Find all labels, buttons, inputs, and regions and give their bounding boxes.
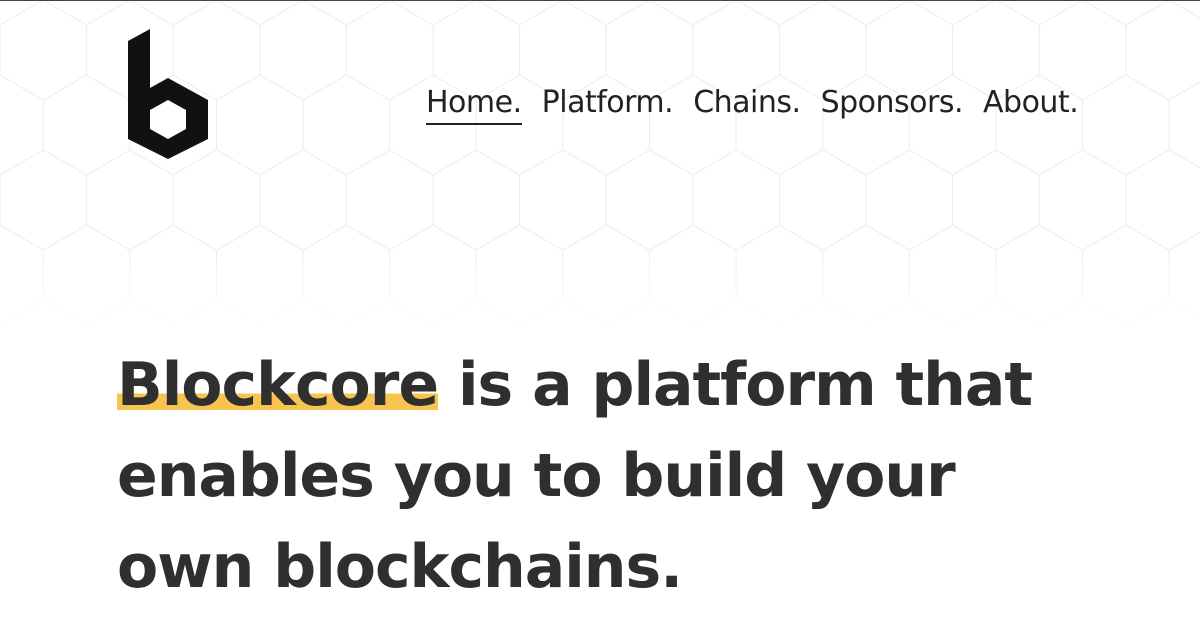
main-navigation: Home. Platform. Chains. Sponsors. About. [426, 84, 1079, 125]
nav-chains-link[interactable]: Chains. [693, 84, 801, 122]
hero-highlight-word: Blockcore [117, 350, 439, 420]
nav-home-link[interactable]: Home. [426, 84, 522, 125]
hero-line3: own blockchains. [117, 532, 683, 602]
top-border [0, 0, 1200, 1]
blockcore-logo-icon[interactable] [128, 29, 208, 159]
hero-line2: enables you to build your [117, 441, 956, 511]
nav-about-link[interactable]: About. [983, 84, 1079, 122]
nav-sponsors-link[interactable]: Sponsors. [821, 84, 964, 122]
hero-line1-rest: is a platform that [438, 350, 1033, 420]
nav-platform-link[interactable]: Platform. [542, 84, 674, 122]
hero-heading: Blockcore is a platform that enables you … [117, 340, 1117, 613]
